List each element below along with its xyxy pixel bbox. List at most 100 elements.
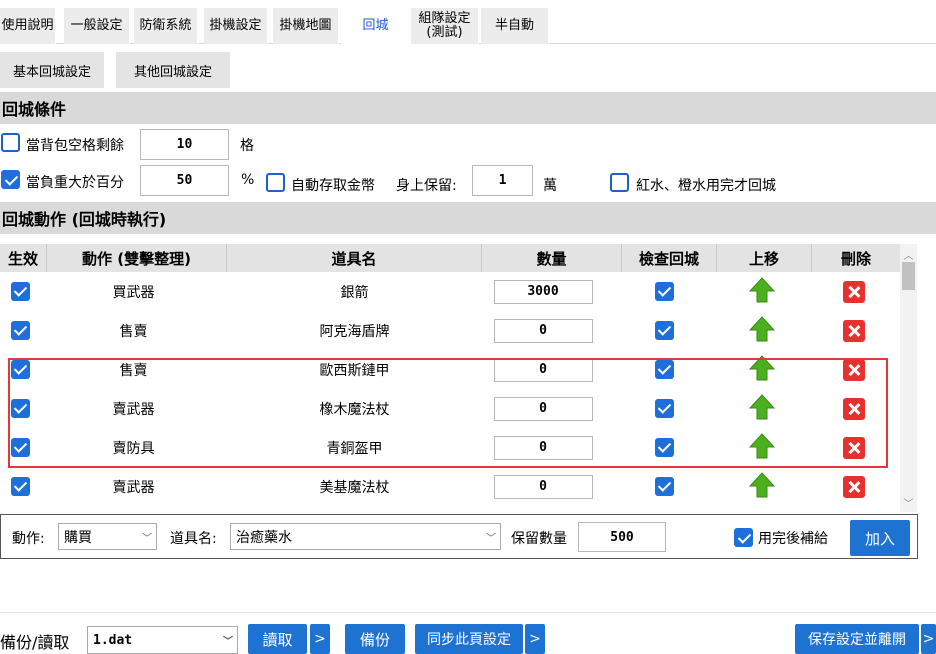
subtab-other-return[interactable]: 其他回城設定 [116, 52, 230, 88]
delete-cell [812, 272, 896, 311]
keep-gold-label: 身上保留: [396, 178, 457, 194]
quantity-cell: 0 [482, 311, 604, 350]
table-scrollbar[interactable]: ︿ ﹀ [900, 244, 917, 512]
active-checkbox[interactable] [10, 321, 30, 340]
col-delete[interactable]: 刪除 [812, 244, 900, 272]
read-more-button[interactable]: > [310, 624, 330, 654]
active-checkbox[interactable] [10, 477, 30, 496]
move-up-cell [717, 467, 807, 506]
sync-more-button[interactable]: > [525, 624, 545, 654]
bag-slots-input[interactable]: 10 [140, 129, 229, 160]
item-name-label: 道具名: [170, 531, 217, 547]
quantity-input[interactable]: 0 [493, 318, 593, 343]
delete-cell [812, 467, 896, 506]
col-active[interactable]: 生效 [0, 244, 47, 272]
quantity-input[interactable]: 0 [493, 474, 593, 499]
auto-gold-checkbox[interactable] [266, 173, 285, 192]
action-cell: 賣武器 [112, 479, 155, 496]
delete-icon[interactable] [843, 475, 865, 498]
delete-cell [812, 311, 896, 350]
actions-header: 回城動作 (回城時執行) [0, 202, 936, 234]
item-name-select[interactable]: 治癒藥水 ﹀ [230, 523, 501, 550]
arrow-up-icon[interactable] [748, 471, 776, 502]
item-name-cell: 美基魔法杖 [319, 479, 390, 496]
potion-label: 紅水、橙水用完才回城 [636, 178, 776, 194]
add-button[interactable]: 加入 [850, 520, 910, 556]
scroll-up-icon[interactable]: ︿ [900, 246, 917, 262]
refill-label: 用完後補給 [758, 531, 828, 547]
keep-gold-unit: 萬 [543, 178, 557, 194]
auto-gold-label: 自動存取金幣 [291, 178, 375, 194]
arrow-up-icon[interactable] [748, 315, 776, 346]
highlight-box [8, 358, 888, 468]
actions-table-header: 生效 動作 (雙擊整理) 道具名 數量 檢查回城 上移 刪除 [0, 244, 900, 272]
action-select[interactable]: 購買 ﹀ [58, 523, 157, 550]
save-exit-button[interactable]: 保存設定並離開 [795, 624, 919, 654]
tab-idle-settings[interactable]: 掛機設定 [204, 8, 268, 44]
chevron-down-icon: ﹀ [486, 533, 496, 544]
col-quantity[interactable]: 數量 [482, 244, 622, 272]
tab-return-town[interactable]: 回城 [341, 8, 411, 44]
active-cell [0, 311, 40, 350]
backup-file-value: 1.dat [93, 632, 133, 648]
keep-qty-input[interactable]: 500 [578, 522, 666, 552]
col-action[interactable]: 動作 (雙擊整理) [47, 244, 227, 272]
active-cell [0, 272, 40, 311]
read-button[interactable]: 讀取 [248, 624, 307, 654]
keep-gold-input[interactable]: 1 [472, 165, 533, 196]
item-name-value: 治癒藥水 [236, 529, 292, 546]
quantity-input[interactable]: 3000 [493, 279, 593, 304]
check-return-checkbox[interactable] [655, 321, 674, 340]
col-item-name[interactable]: 道具名 [227, 244, 482, 272]
chevron-down-icon: ﹀ [223, 636, 233, 648]
delete-icon[interactable] [843, 319, 865, 342]
subtab-basic-return[interactable]: 基本回城設定 [0, 52, 104, 88]
arrow-up-icon[interactable] [748, 276, 776, 307]
item-name-cell: 銀箭 [340, 284, 369, 301]
action-cell: 買武器 [112, 284, 155, 301]
footer-divider [0, 612, 936, 613]
active-checkbox[interactable] [10, 282, 30, 301]
main-tab-bar: 使用說明 一般設定 防衛系統 掛機設定 掛機地圖 回城 組隊設定 (測試) 半自… [0, 0, 936, 44]
sync-page-button[interactable]: 同步此頁設定 [415, 624, 523, 654]
check-return-checkbox[interactable] [655, 477, 674, 496]
scroll-down-icon[interactable]: ﹀ [900, 494, 917, 510]
delete-icon[interactable] [843, 280, 865, 303]
check-return-cell [622, 467, 707, 506]
tab-defense-system[interactable]: 防衛系統 [134, 8, 198, 44]
bag-slots-unit: 格 [240, 138, 254, 154]
tab-semi-auto[interactable]: 半自動 [481, 8, 549, 44]
active-cell [0, 467, 40, 506]
weight-label: 當負重大於百分 [26, 175, 124, 191]
action-label: 動作: [12, 531, 45, 547]
action-select-value: 購買 [64, 529, 92, 546]
potion-checkbox[interactable] [610, 173, 629, 192]
weight-input[interactable]: 50 [140, 165, 229, 196]
action-cell: 售賣 [119, 323, 148, 340]
backup-file-select[interactable]: 1.dat ﹀ [87, 626, 238, 654]
weight-checkbox[interactable] [1, 170, 20, 189]
bag-slots-checkbox[interactable] [1, 133, 20, 152]
backup-button[interactable]: 備份 [345, 624, 405, 654]
backup-label: 備份/讀取 [0, 633, 70, 652]
keep-qty-label: 保留數量 [511, 531, 567, 547]
scroll-thumb[interactable] [902, 262, 915, 290]
item-name-cell: 阿克海盾牌 [319, 323, 390, 340]
tab-instructions[interactable]: 使用說明 [0, 8, 56, 44]
col-move-up[interactable]: 上移 [717, 244, 812, 272]
conditions-header: 回城條件 [0, 92, 936, 124]
tab-party-settings[interactable]: 組隊設定 (測試) [411, 8, 479, 44]
refill-checkbox[interactable] [734, 528, 753, 547]
add-action-panel: 動作: 購買 ﹀ 道具名: 治癒藥水 ﹀ 保留數量 500 用完後補給 加入 [0, 514, 918, 559]
quantity-cell: 3000 [482, 272, 604, 311]
weight-unit: % [241, 172, 255, 188]
tab-general-settings[interactable]: 一般設定 [64, 8, 130, 44]
chevron-down-icon: ﹀ [142, 533, 152, 544]
check-return-checkbox[interactable] [655, 282, 674, 301]
col-check-return[interactable]: 檢查回城 [622, 244, 717, 272]
table-row[interactable]: 賣武器 美基魔法杖 0 [0, 467, 900, 506]
tab-idle-map[interactable]: 掛機地圖 [273, 8, 339, 44]
table-row[interactable]: 買武器 銀箭 3000 [0, 272, 900, 311]
save-more-button[interactable]: > [921, 624, 936, 654]
table-row[interactable]: 售賣 阿克海盾牌 0 [0, 311, 900, 350]
